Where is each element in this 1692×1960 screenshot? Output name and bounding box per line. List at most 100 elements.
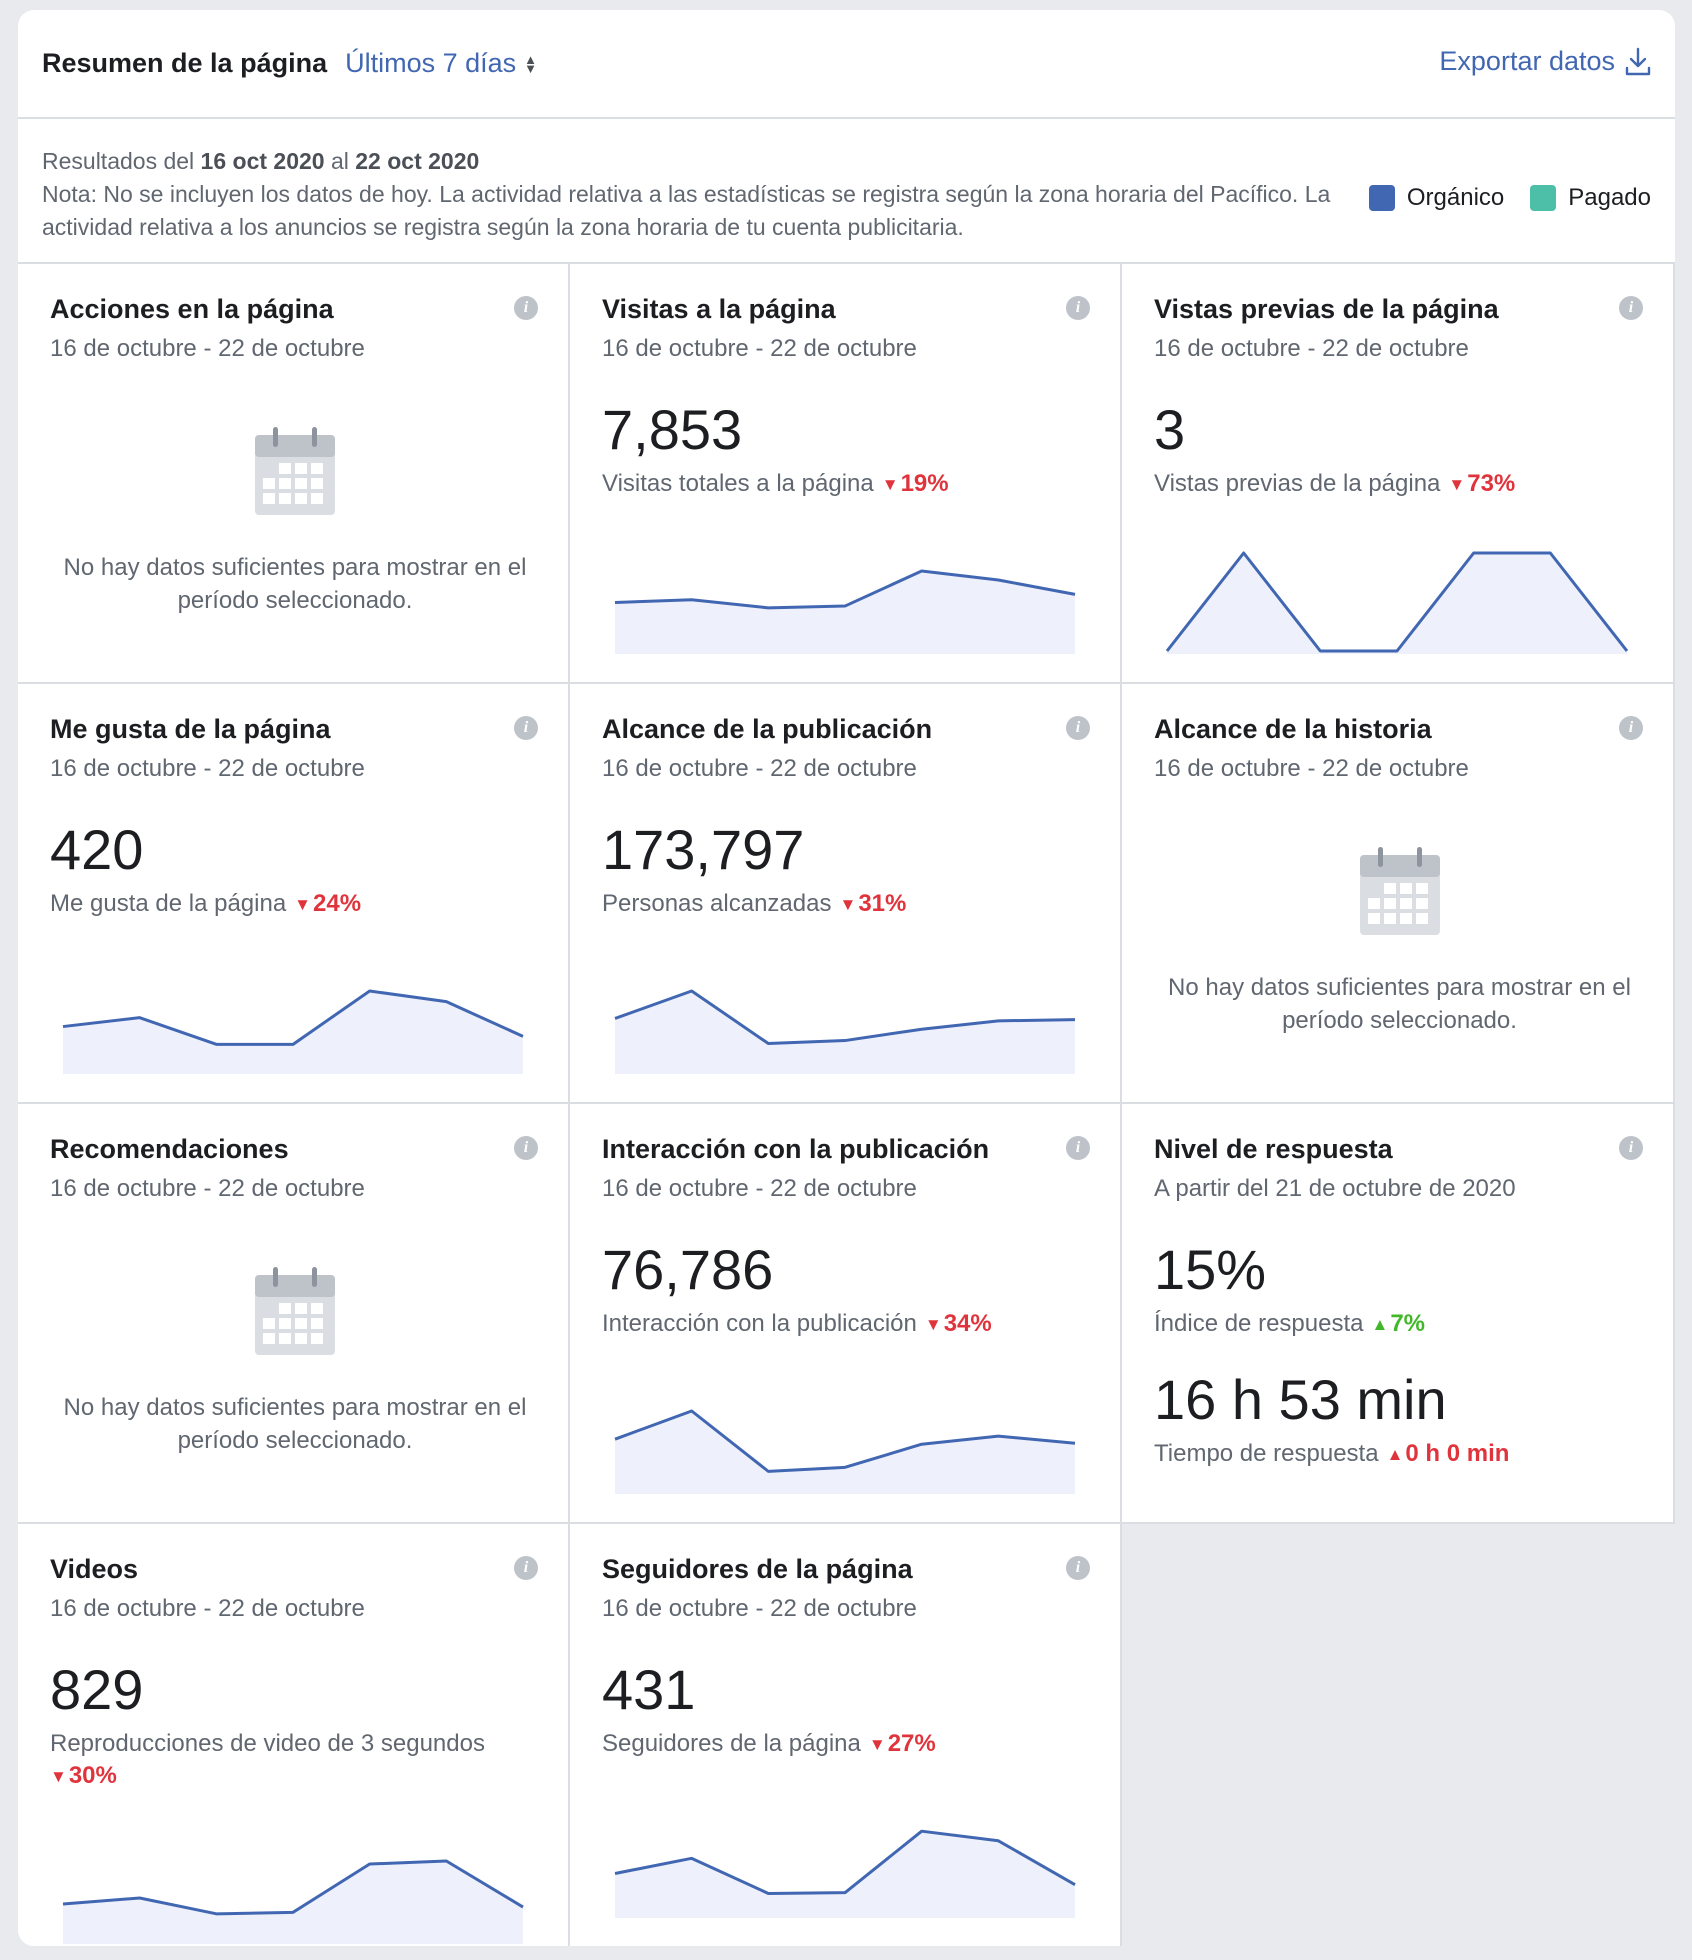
sparkline-chart xyxy=(614,989,1076,1074)
info-icon[interactable]: i xyxy=(514,1136,538,1160)
calendar-icon xyxy=(255,1267,335,1355)
metric-caption: Índice de respuesta ▲7% xyxy=(1154,1308,1645,1341)
down-arrow-icon: ▼ xyxy=(1448,475,1466,494)
down-arrow-icon: ▼ xyxy=(50,1767,67,1786)
metric-label: Personas alcanzadas xyxy=(602,890,832,917)
metric-value: 76,786 xyxy=(602,1238,774,1301)
calendar-icon xyxy=(255,427,335,515)
card-title: Videos xyxy=(50,1554,139,1584)
card-title: Visitas a la página xyxy=(602,294,836,324)
response-time-change: 0 h 0 min xyxy=(1405,1440,1510,1467)
down-arrow-icon: ▼ xyxy=(868,1735,886,1754)
metric-caption: Vistas previas de la página ▼73% xyxy=(1154,468,1645,501)
sort-arrows-icon: ▲ ▼ xyxy=(524,51,538,76)
info-icon[interactable]: i xyxy=(1619,1136,1643,1160)
metric-label: Me gusta de la página xyxy=(50,890,287,917)
info-icon[interactable]: i xyxy=(1066,1556,1090,1580)
info-icon[interactable]: i xyxy=(514,296,538,320)
card-date: 16 de octubre - 22 de octubre xyxy=(602,755,917,782)
card-page-previews[interactable]: Vistas previas de la página 16 de octubr… xyxy=(1122,264,1675,684)
results-from: 16 oct 2020 xyxy=(200,148,325,174)
card-title: Recomendaciones xyxy=(50,1134,289,1164)
results-prefix: Resultados del xyxy=(42,148,195,174)
metric-value: 3 xyxy=(1154,398,1186,461)
sparkline-chart xyxy=(62,989,524,1074)
down-arrow-icon: ▼ xyxy=(924,1315,942,1334)
card-title: Me gusta de la página xyxy=(50,714,331,744)
info-icon[interactable]: i xyxy=(514,716,538,740)
sparkline-chart xyxy=(1165,551,1629,654)
card-date: 16 de octubre - 22 de octubre xyxy=(50,1175,365,1202)
info-icon[interactable]: i xyxy=(514,1556,538,1580)
card-date: 16 de octubre - 22 de octubre xyxy=(50,335,365,362)
timezone-note: Nota: No se incluyen los datos de hoy. L… xyxy=(42,181,1331,240)
card-title: Vistas previas de la página xyxy=(1154,294,1499,324)
metric-value: 420 xyxy=(50,818,144,881)
date-range-dropdown[interactable]: Últimos 7 días ▲ ▼ xyxy=(345,48,537,79)
metric-label: Interacción con la publicación xyxy=(602,1310,917,1337)
metric-change: 19% xyxy=(900,470,949,497)
card-post-reach[interactable]: Alcance de la publicación 16 de octubre … xyxy=(570,684,1122,1104)
sparkline-area xyxy=(63,1861,523,1944)
metric-caption: Interacción con la publicación ▼34% xyxy=(602,1308,1092,1341)
card-date: A partir del 21 de octubre de 2020 xyxy=(1154,1175,1516,1202)
info-icon[interactable]: i xyxy=(1619,716,1643,740)
card-post-engagement[interactable]: Interacción con la publicación 16 de oct… xyxy=(570,1104,1122,1524)
card-title: Seguidores de la página xyxy=(602,1554,913,1584)
legend: Orgánico Pagado xyxy=(1343,181,1651,214)
card-title: Interacción con la publicación xyxy=(602,1134,990,1164)
card-date: 16 de octubre - 22 de octubre xyxy=(1154,755,1469,782)
legend-organic-label: Orgánico xyxy=(1406,184,1505,211)
results-to: 22 oct 2020 xyxy=(355,148,480,174)
legend-organic: Orgánico xyxy=(1368,181,1505,214)
down-arrow-icon: ▼ xyxy=(294,895,311,914)
legend-paid: Pagado xyxy=(1530,181,1651,214)
card-title: Alcance de la historia xyxy=(1154,714,1432,744)
info-icon[interactable]: i xyxy=(1066,296,1090,320)
download-icon xyxy=(1625,47,1651,75)
metric-value: 431 xyxy=(602,1658,696,1721)
card-videos[interactable]: Videos 16 de octubre - 22 de octubre i 8… xyxy=(18,1524,570,1946)
response-time-value: 16 h 53 min xyxy=(1154,1368,1447,1431)
results-connector: al xyxy=(330,148,349,174)
down-arrow-icon: ▼ xyxy=(839,895,857,914)
response-time-label: Tiempo de respuesta xyxy=(1154,1440,1379,1467)
card-date: 16 de octubre - 22 de octubre xyxy=(602,335,917,362)
info-icon[interactable]: i xyxy=(1066,1136,1090,1160)
metric-caption: Reproducciones de video de 3 segundos ▼30… xyxy=(50,1728,540,1793)
card-story-reach[interactable]: Alcance de la historia 16 de octubre - 2… xyxy=(1122,684,1675,1104)
page-title: Resumen de la página xyxy=(42,48,328,78)
metric-caption: Personas alcanzadas ▼31% xyxy=(602,888,1092,921)
metric-change: 30% xyxy=(68,1762,117,1789)
card-recommendations[interactable]: Recomendaciones 16 de octubre - 22 de oc… xyxy=(18,1104,570,1524)
empty-state: No hay datos suficientes para mostrar en… xyxy=(50,425,540,617)
metric-caption: Seguidores de la página ▼27% xyxy=(602,1728,1092,1761)
card-page-actions[interactable]: Acciones en la página 16 de octubre - 22… xyxy=(18,264,570,684)
paid-swatch xyxy=(1530,184,1557,211)
metric-label: Visitas totales a la página xyxy=(602,470,874,497)
card-page-visits[interactable]: Visitas a la página 16 de octubre - 22 d… xyxy=(570,264,1122,684)
sparkline-chart xyxy=(62,1859,524,1944)
card-page-followers[interactable]: Seguidores de la página 16 de octubre - … xyxy=(570,1524,1122,1946)
metric-label: Reproducciones de video de 3 segundos xyxy=(50,1730,485,1757)
metric-caption: Visitas totales a la página ▼19% xyxy=(602,468,1092,501)
export-data-button[interactable]: Exportar datos xyxy=(1439,46,1651,77)
sparkline-area xyxy=(615,1411,1075,1494)
metric-change: 34% xyxy=(943,1310,992,1337)
card-page-likes[interactable]: Me gusta de la página 16 de octubre - 22… xyxy=(18,684,570,1104)
metric-caption: Tiempo de respuesta ▲0 h 0 min xyxy=(1154,1438,1645,1471)
card-response-level[interactable]: Nivel de respuesta A partir del 21 de oc… xyxy=(1122,1104,1675,1524)
info-icon[interactable]: i xyxy=(1619,296,1643,320)
empty-state: No hay datos suficientes para mostrar en… xyxy=(1154,845,1645,1037)
card-date: 16 de octubre - 22 de octubre xyxy=(602,1175,917,1202)
info-icon[interactable]: i xyxy=(1066,716,1090,740)
sparkline-area xyxy=(615,571,1075,654)
metric-change: 31% xyxy=(858,890,907,917)
card-date: 16 de octubre - 22 de octubre xyxy=(1154,335,1469,362)
sparkline-area xyxy=(63,991,523,1074)
sparkline-chart xyxy=(614,1829,1076,1918)
calendar-icon xyxy=(1359,847,1440,935)
sparkline-area xyxy=(615,991,1075,1074)
empty-state-text: No hay datos suficientes para mostrar en… xyxy=(63,1394,527,1454)
date-range-label: Últimos 7 días xyxy=(345,48,517,78)
